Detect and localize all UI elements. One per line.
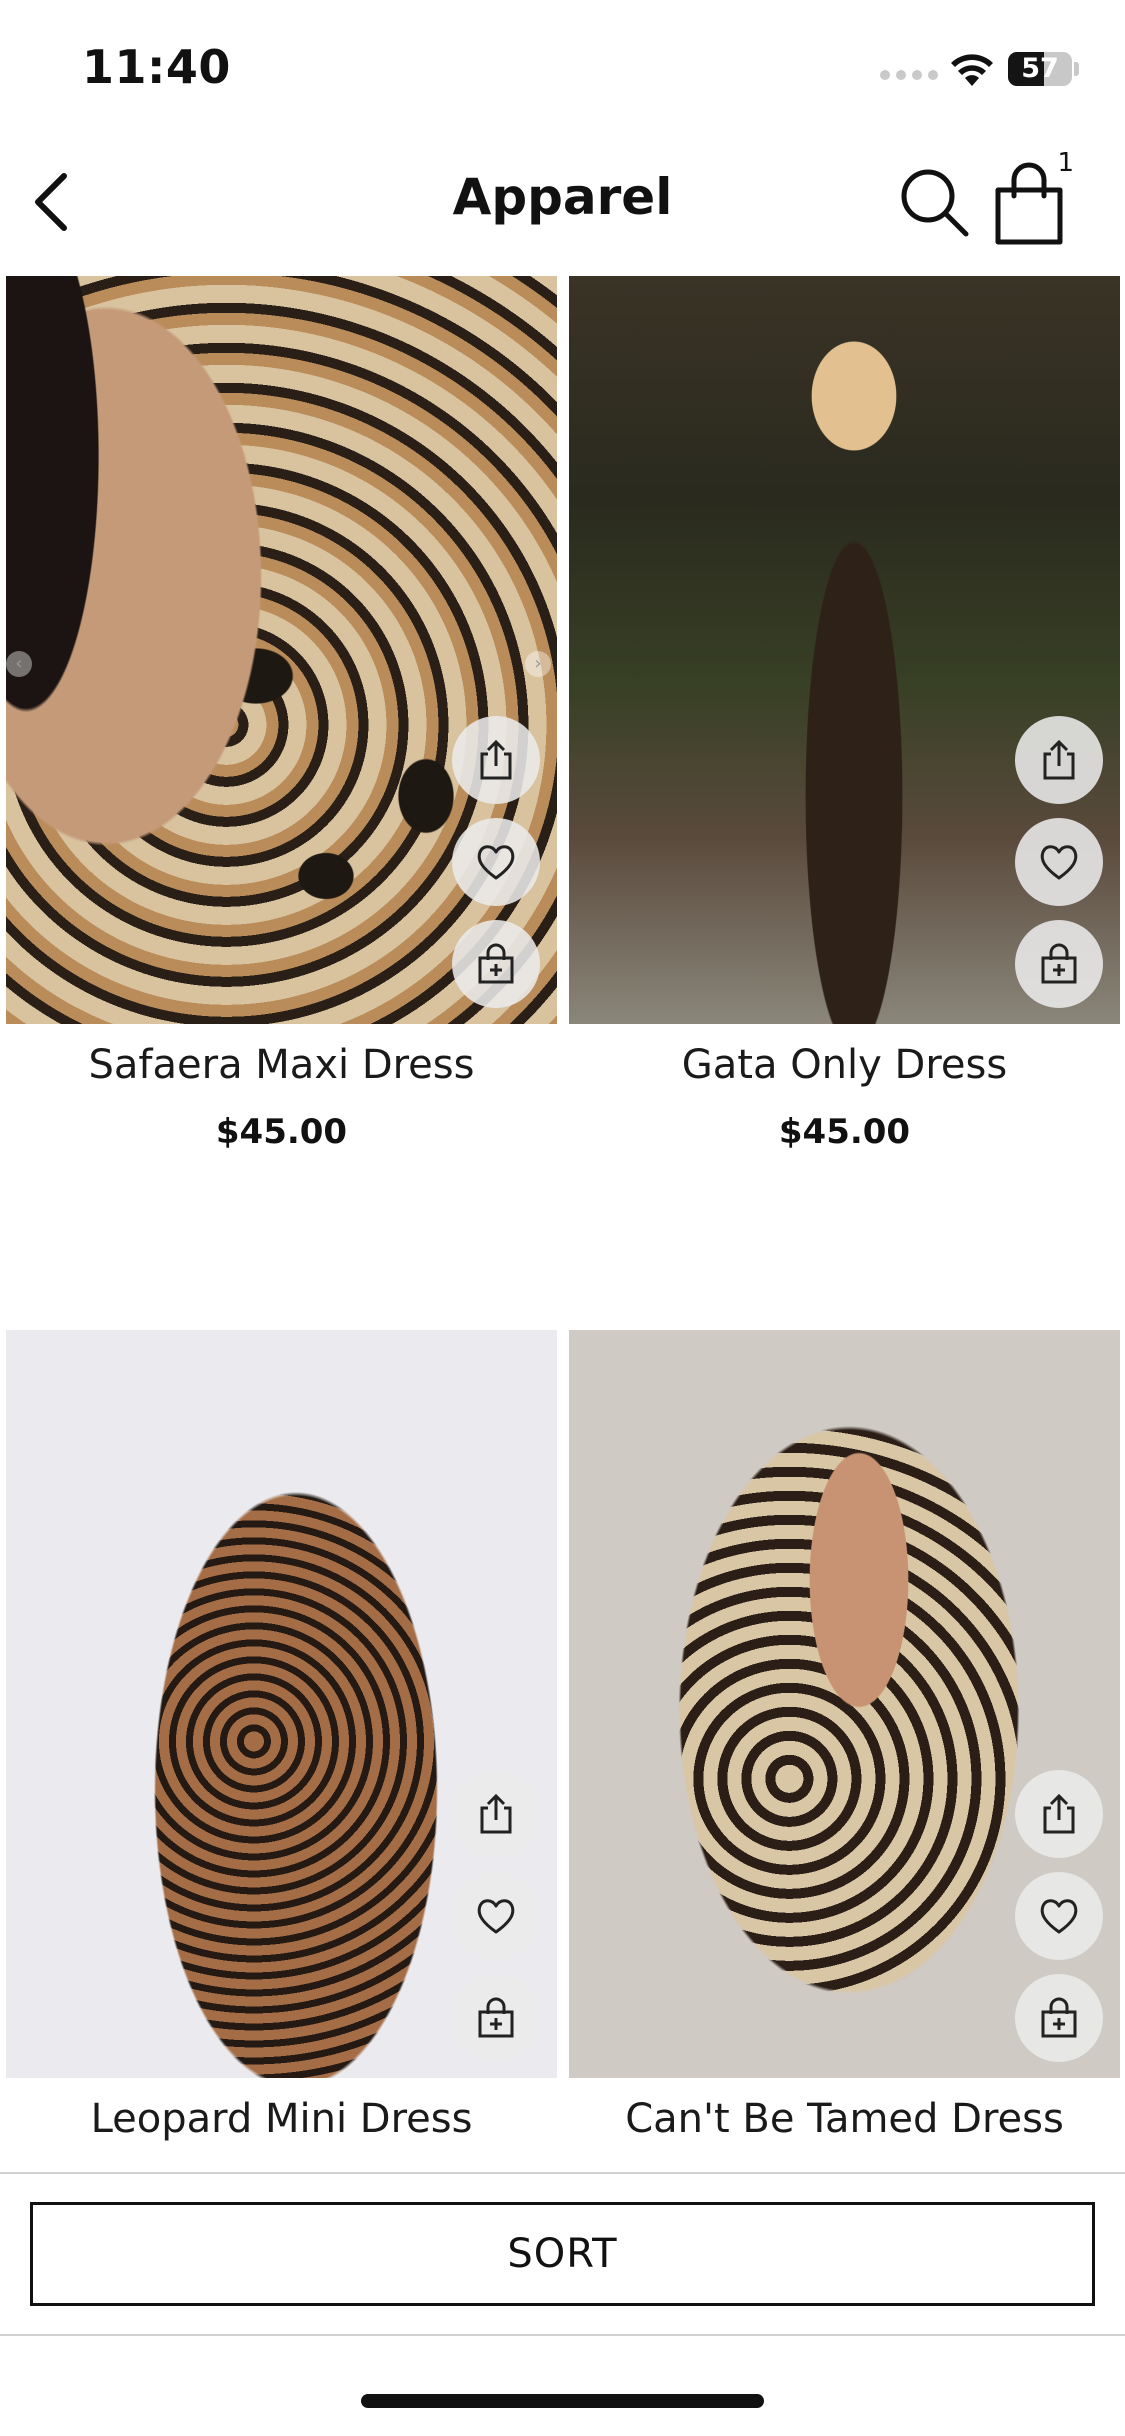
battery-cap — [1074, 62, 1079, 76]
bag-plus-icon — [1041, 943, 1077, 984]
battery-icon: 57 — [1008, 52, 1072, 86]
wishlist-button[interactable] — [452, 1872, 540, 1960]
share-button[interactable] — [452, 716, 540, 804]
wifi-icon — [951, 54, 993, 86]
share-icon — [480, 739, 512, 780]
product-card[interactable]: Leopard Mini Dress — [6, 1330, 557, 2142]
bag-plus-icon — [1041, 1997, 1077, 2038]
battery-percentage: 57 — [1021, 53, 1059, 84]
wishlist-button[interactable] — [1015, 1872, 1103, 1960]
shopping-bag-icon — [995, 162, 1063, 245]
heart-icon — [477, 845, 515, 880]
heart-icon — [477, 1899, 515, 1934]
product-image[interactable] — [569, 276, 1120, 1024]
product-card[interactable]: ‹ › Safaera Maxi Dress $45.00 — [6, 276, 557, 1152]
sort-bar: SORT — [0, 2172, 1125, 2336]
product-image[interactable] — [569, 1330, 1120, 2078]
add-to-cart-button[interactable] — [452, 920, 540, 1008]
add-to-cart-button[interactable] — [1015, 920, 1103, 1008]
heart-icon — [1040, 1899, 1078, 1934]
search-icon — [901, 169, 969, 237]
wishlist-button[interactable] — [1015, 818, 1103, 906]
share-icon — [1043, 1793, 1075, 1834]
product-price: $45.00 — [778, 1112, 911, 1152]
carousel-next-icon[interactable]: › — [525, 651, 551, 677]
share-button[interactable] — [1015, 1770, 1103, 1858]
cart-button[interactable]: 1 — [990, 148, 1080, 248]
status-bar: 11:40 57 — [0, 0, 1125, 140]
status-time: 11:40 — [82, 40, 231, 94]
add-to-cart-button[interactable] — [1015, 1974, 1103, 2062]
wishlist-button[interactable] — [452, 818, 540, 906]
product-card[interactable]: Can't Be Tamed Dress — [569, 1330, 1120, 2142]
sort-button[interactable]: SORT — [30, 2202, 1095, 2306]
share-icon — [1043, 739, 1075, 780]
product-name[interactable]: Safaera Maxi Dress — [6, 1042, 557, 1088]
product-image[interactable]: ‹ › — [6, 276, 557, 1024]
bag-plus-icon — [478, 943, 514, 984]
product-image[interactable] — [6, 1330, 557, 2078]
add-to-cart-button[interactable] — [452, 1974, 540, 2062]
product-card[interactable]: Gata Only Dress $45.00 — [569, 276, 1120, 1152]
product-name[interactable]: Leopard Mini Dress — [6, 2096, 557, 2142]
product-price: $45.00 — [215, 1112, 348, 1152]
carousel-prev-icon[interactable]: ‹ — [6, 651, 32, 677]
share-button[interactable] — [1015, 716, 1103, 804]
nav-bar: Apparel 1 — [0, 140, 1125, 276]
bag-plus-icon — [478, 1997, 514, 2038]
heart-icon — [1040, 845, 1078, 880]
home-indicator[interactable] — [361, 2394, 764, 2408]
share-icon — [480, 1793, 512, 1834]
cart-count-badge: 1 — [1057, 148, 1074, 178]
share-button[interactable] — [452, 1770, 540, 1858]
cellular-signal-icon — [880, 70, 938, 80]
search-button[interactable] — [896, 164, 972, 240]
product-name[interactable]: Gata Only Dress — [569, 1042, 1120, 1088]
product-name[interactable]: Can't Be Tamed Dress — [569, 2096, 1120, 2142]
